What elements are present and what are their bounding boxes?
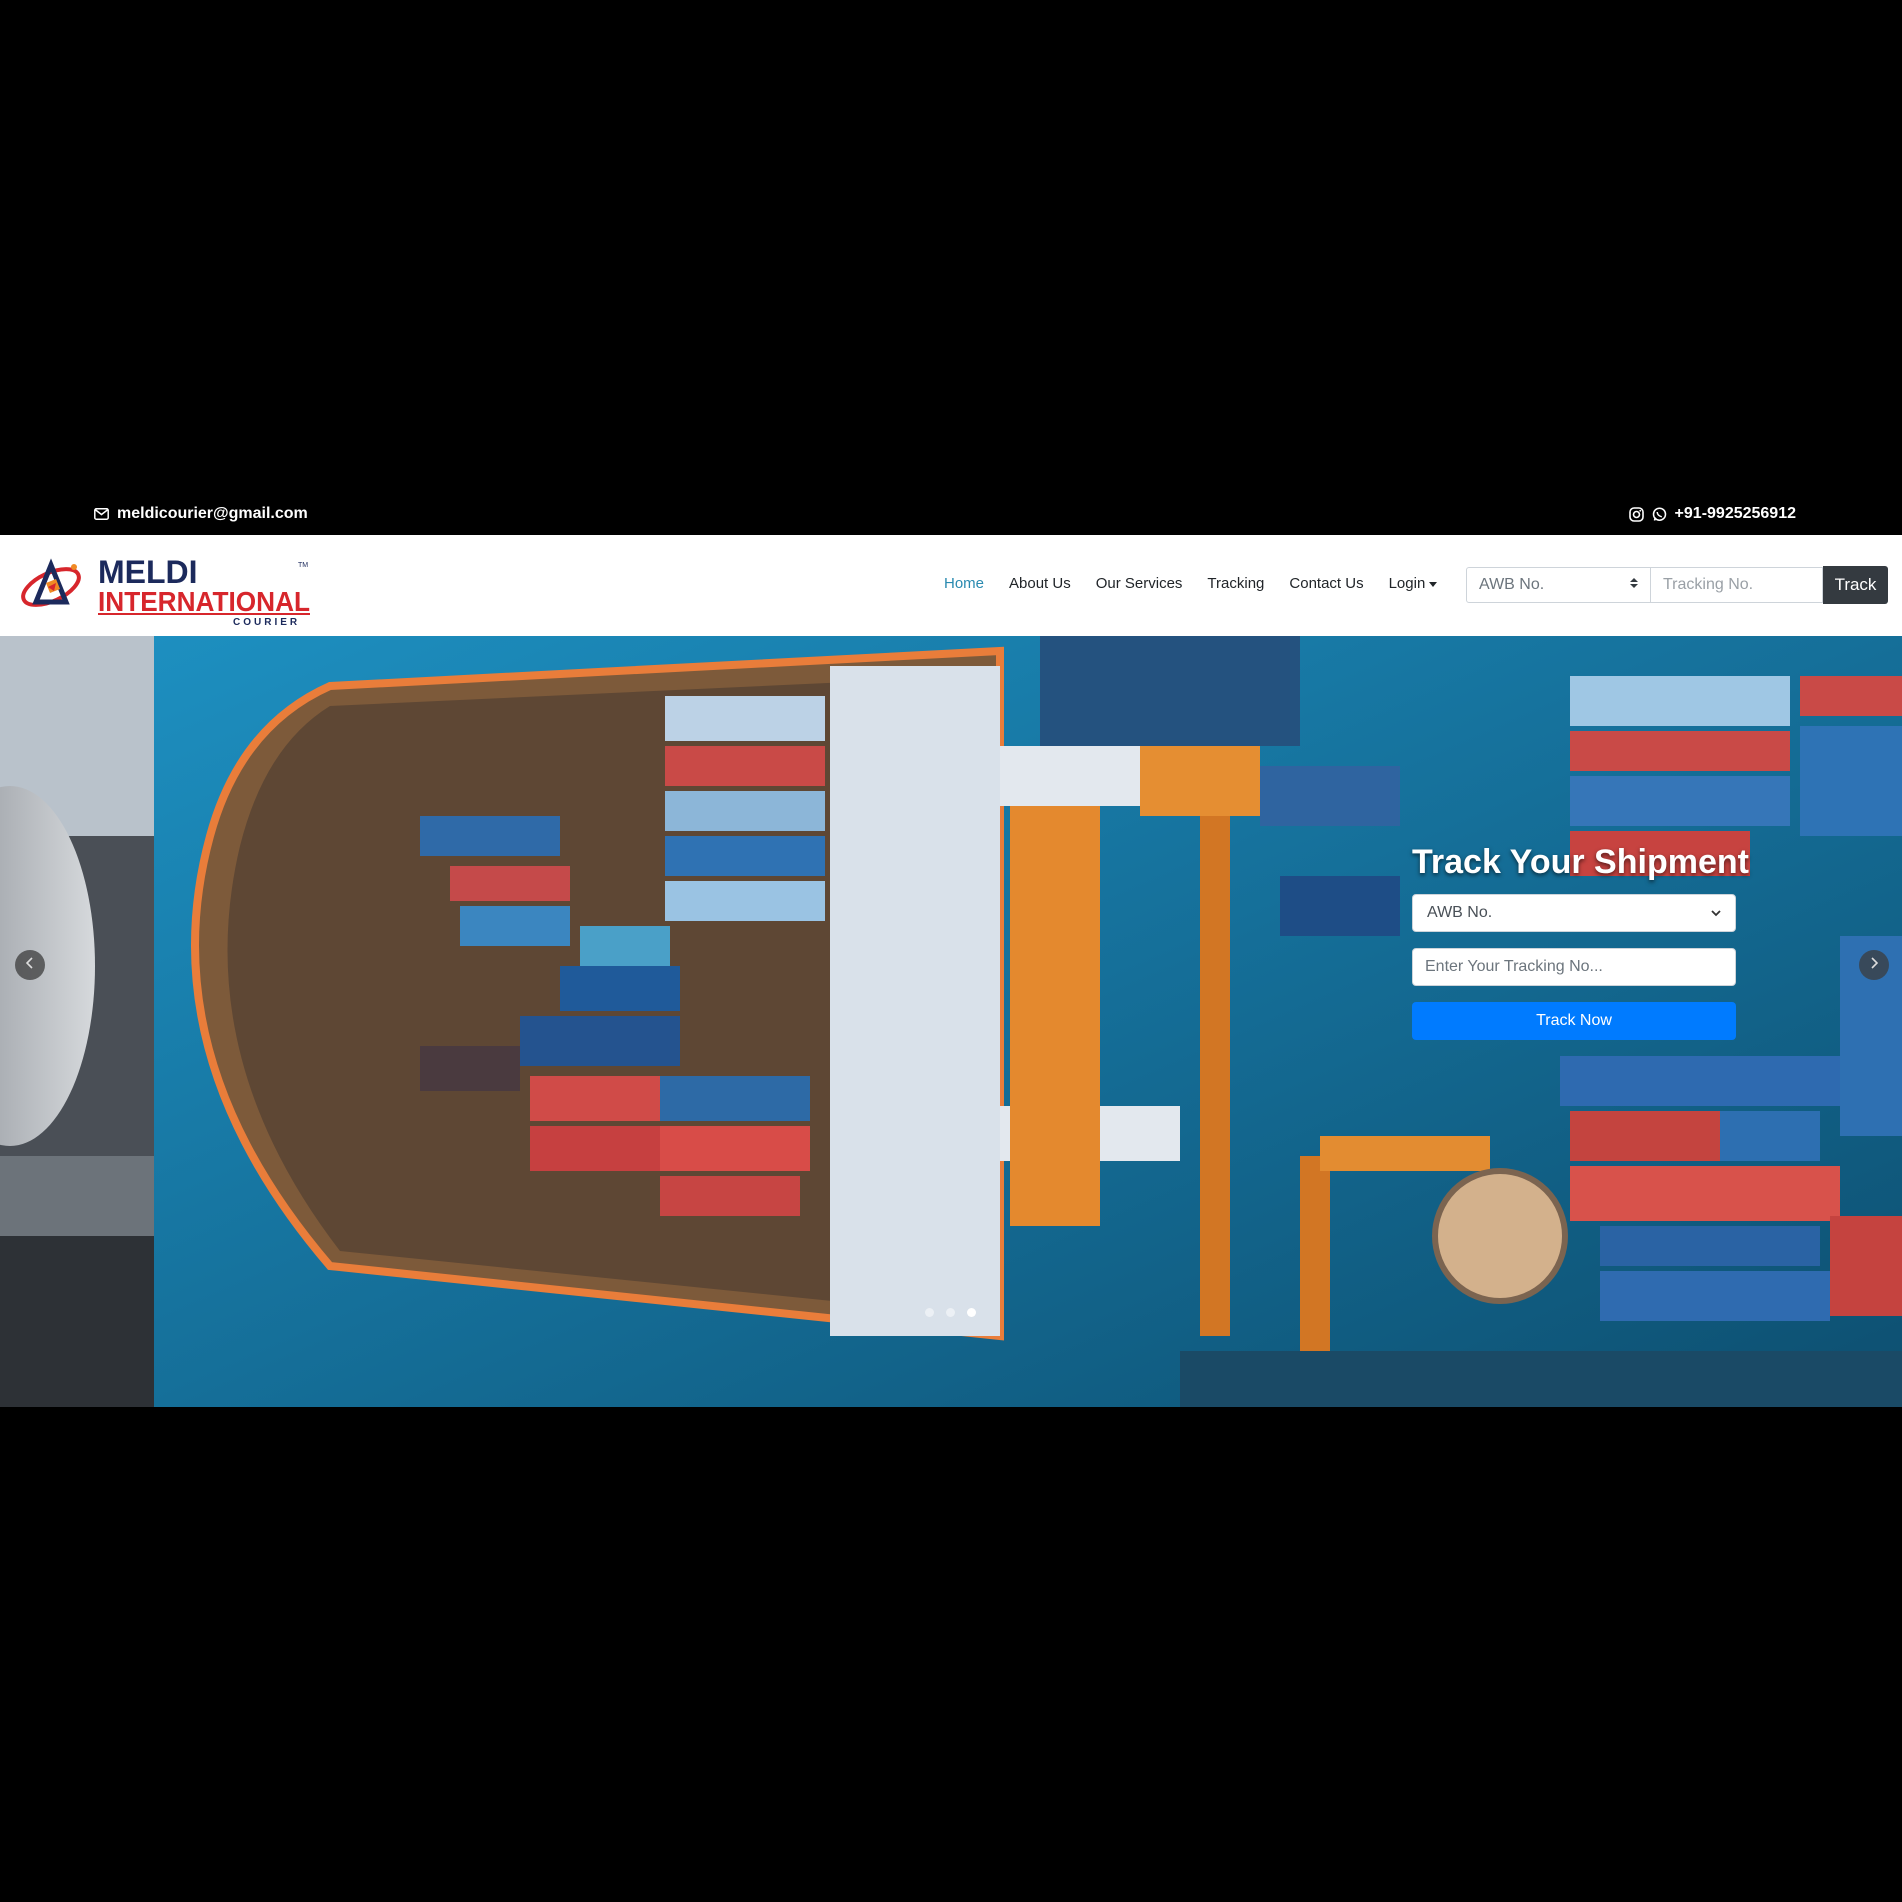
navbar-awb-select[interactable]: AWB No. — [1466, 567, 1651, 603]
chevron-down-icon — [1711, 904, 1721, 922]
nav-login-dropdown[interactable]: Login — [1389, 575, 1438, 592]
caret-down-icon — [1429, 581, 1438, 587]
logo-emblem-icon — [21, 558, 81, 607]
chevron-left-icon — [25, 956, 34, 974]
nav-tracking[interactable]: Tracking — [1207, 575, 1264, 592]
hero-carousel: Track Your Shipment AWB No. Enter Your T… — [0, 636, 1902, 1407]
carousel-indicator-3[interactable] — [967, 1308, 976, 1317]
hero-title: Track Your Shipment — [1412, 843, 1749, 881]
chevron-right-icon — [1870, 956, 1879, 974]
nav-services[interactable]: Our Services — [1096, 575, 1183, 592]
nav-contact[interactable]: Contact Us — [1289, 575, 1363, 592]
navbar-awb-select-value: AWB No. — [1479, 576, 1545, 593]
logo-line1: MELDI — [98, 554, 198, 590]
nav-home[interactable]: Home — [944, 575, 984, 592]
hero-awb-select-value: AWB No. — [1427, 904, 1493, 921]
email-text: meldicourier@gmail.com — [117, 505, 308, 522]
hero-tracking-input[interactable]: Enter Your Tracking No... — [1412, 948, 1736, 986]
envelope-icon — [94, 508, 109, 520]
carousel-prev-button[interactable] — [15, 950, 45, 980]
navbar-track-button[interactable]: Track — [1823, 566, 1888, 604]
navbar-tracking-input[interactable]: Tracking No. — [1651, 567, 1823, 603]
brand-logo[interactable]: MELDI INTERNATIONAL COURIER TM — [18, 547, 318, 628]
whatsapp-icon[interactable] — [1652, 506, 1667, 522]
logo-tm: TM — [298, 562, 308, 569]
contact-email[interactable]: meldicourier@gmail.com — [94, 505, 308, 523]
carousel-indicator-1[interactable] — [925, 1308, 934, 1317]
nav-login-label: Login — [1388, 575, 1426, 592]
logo-line2: INTERNATIONAL — [98, 586, 310, 617]
logo-line3: COURIER — [233, 617, 300, 627]
track-now-button[interactable]: Track Now — [1412, 1002, 1736, 1040]
phone-text[interactable]: +91-9925256912 — [1675, 505, 1796, 523]
carousel-indicator-2[interactable] — [946, 1308, 955, 1317]
instagram-icon[interactable] — [1628, 506, 1644, 522]
hero-awb-select[interactable]: AWB No. — [1412, 894, 1736, 932]
carousel-next-button[interactable] — [1859, 950, 1889, 980]
select-arrows-icon — [1630, 576, 1638, 594]
hero-tracking-form: Track Your Shipment AWB No. Enter Your T… — [1412, 843, 1749, 1040]
carousel-indicators — [925, 1308, 976, 1317]
main-nav: Home About Us Our Services Tracking Cont… — [944, 575, 1462, 592]
navbar: MELDI INTERNATIONAL COURIER TM Home Abou… — [0, 535, 1902, 636]
top-info-bar: meldicourier@gmail.com +91-9925256912 — [0, 495, 1902, 535]
navbar-tracking-form: AWB No. Tracking No. Track — [1466, 566, 1888, 605]
nav-about[interactable]: About Us — [1009, 575, 1071, 592]
